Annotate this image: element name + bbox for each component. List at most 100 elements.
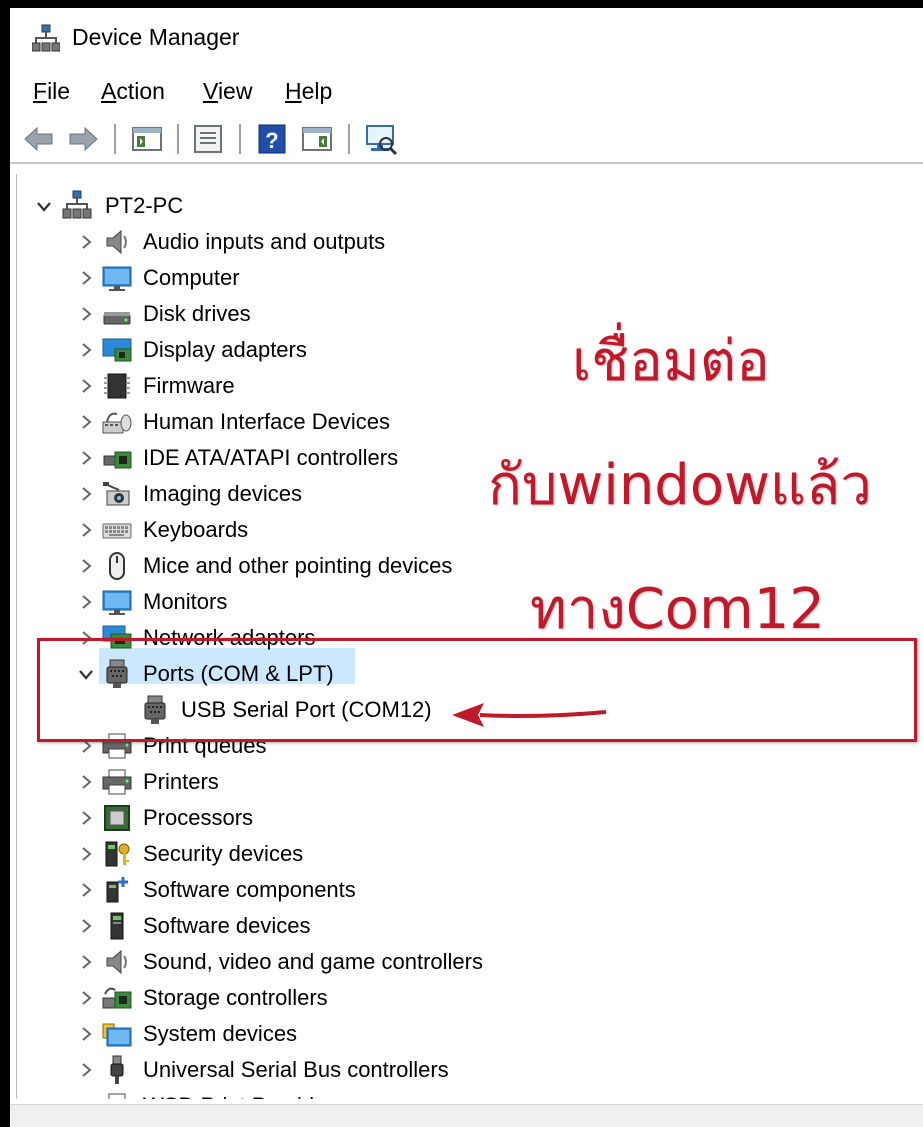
properties-icon[interactable] xyxy=(191,122,225,156)
chevron-right-icon[interactable] xyxy=(75,410,97,434)
chevron-right-icon[interactable] xyxy=(75,230,97,254)
menu-help-label: elp xyxy=(301,78,333,104)
tree-item-label: Printers xyxy=(143,769,219,794)
chevron-right-icon[interactable] xyxy=(75,950,97,974)
show-hide-console-tree-icon[interactable] xyxy=(130,122,164,156)
camera-icon xyxy=(103,482,130,506)
tree-item-software-devices[interactable]: Software devices xyxy=(17,908,617,944)
tree-item-sound-video-and-game-controllers[interactable]: Sound, video and game controllers xyxy=(17,944,617,980)
toolbar-separator xyxy=(348,124,350,154)
tree-item-computer[interactable]: Computer xyxy=(17,260,617,296)
tree-item-label: Storage controllers xyxy=(143,985,328,1010)
tree-item-wsd-print-provider[interactable]: WSD Print Provider xyxy=(17,1088,617,1099)
chevron-right-icon[interactable] xyxy=(75,590,97,614)
tree-item-label: Firmware xyxy=(143,373,235,398)
tree-item-software-components[interactable]: Software components xyxy=(17,872,617,908)
tree-item-label: Computer xyxy=(143,265,240,290)
chevron-right-icon[interactable] xyxy=(75,302,97,326)
device-manager-icon xyxy=(32,24,60,52)
chevron-right-icon[interactable] xyxy=(75,554,97,578)
port-icon xyxy=(144,695,166,724)
tree-item-label: System devices xyxy=(143,1021,298,1046)
action-pane-icon[interactable] xyxy=(300,122,334,156)
monitor-icon xyxy=(102,266,132,291)
chevron-right-icon[interactable] xyxy=(75,518,97,542)
menu-action-label: ction xyxy=(116,78,165,104)
chevron-right-icon[interactable] xyxy=(75,1094,97,1099)
tree-item-label: USB Serial Port (COM12) xyxy=(181,697,432,722)
back-arrow-icon[interactable] xyxy=(22,122,56,156)
toolbar-separator xyxy=(177,124,179,154)
software-device-icon xyxy=(110,912,124,940)
chevron-right-icon[interactable] xyxy=(75,446,97,470)
chevron-right-icon[interactable] xyxy=(75,374,97,398)
menu-view[interactable]: View xyxy=(203,78,252,105)
forward-arrow-icon[interactable] xyxy=(66,122,100,156)
tree-item-monitors[interactable]: Monitors xyxy=(17,584,617,620)
tree-item-label: Keyboards xyxy=(143,517,249,542)
tree-item-label: Imaging devices xyxy=(143,481,302,506)
computer-root-icon xyxy=(62,190,92,219)
chevron-right-icon[interactable] xyxy=(75,842,97,866)
chevron-right-icon[interactable] xyxy=(75,878,97,902)
menu-file[interactable]: File xyxy=(33,78,70,105)
chevron-right-icon[interactable] xyxy=(75,266,97,290)
tree-item-label: IDE ATA/ATAPI controllers xyxy=(143,445,399,470)
tree-item-label: Processors xyxy=(143,805,254,830)
tree-root-pt2-pc[interactable]: PT2-PC xyxy=(17,188,617,224)
menu-help-accesskey: H xyxy=(285,78,302,104)
printer-icon xyxy=(102,733,132,759)
processor-icon xyxy=(104,805,130,831)
hid-icon xyxy=(102,412,132,434)
tree-item-universal-serial-bus-controllers[interactable]: Universal Serial Bus controllers xyxy=(17,1052,617,1088)
chevron-right-icon[interactable] xyxy=(75,338,97,362)
mouse-icon xyxy=(109,552,125,580)
tree-item-security-devices[interactable]: Security devices xyxy=(17,836,617,872)
tree-item-label: Disk drives xyxy=(143,301,251,326)
tree-item-audio-inputs-and-outputs[interactable]: Audio inputs and outputs xyxy=(17,224,617,260)
tree-item-label: Software components xyxy=(143,877,356,902)
device-manager-window: Device Manager File Action View Help ? P… xyxy=(10,8,923,1127)
chevron-right-icon[interactable] xyxy=(75,914,97,938)
scan-hardware-changes-icon[interactable] xyxy=(364,122,398,156)
chevron-right-icon[interactable] xyxy=(75,770,97,794)
chevron-right-icon[interactable] xyxy=(75,1022,97,1046)
network-adapter-icon xyxy=(102,625,132,649)
tree-item-print-queues[interactable]: Print queues xyxy=(17,728,617,764)
chevron-right-icon[interactable] xyxy=(75,806,97,830)
tree-item-system-devices[interactable]: System devices xyxy=(17,1016,617,1052)
menu-help[interactable]: Help xyxy=(285,78,332,105)
tree-item-firmware[interactable]: Firmware xyxy=(17,368,617,404)
tree-item-label: Human Interface Devices xyxy=(143,409,390,434)
tree-item-label: Monitors xyxy=(143,589,228,614)
menu-file-label: ile xyxy=(47,78,71,104)
chevron-right-icon[interactable] xyxy=(75,482,97,506)
tree-item-network-adapters[interactable]: Network adapters xyxy=(17,620,617,656)
tree-item-label: Print queues xyxy=(143,733,267,758)
usb-icon xyxy=(110,1055,124,1084)
chevron-right-icon[interactable] xyxy=(75,986,97,1010)
menu-action-accesskey: A xyxy=(101,78,117,104)
tree-item-processors[interactable]: Processors xyxy=(17,800,617,836)
status-bar xyxy=(10,1104,923,1127)
help-icon[interactable]: ? xyxy=(255,122,289,156)
toolbar-separator xyxy=(114,124,116,154)
chevron-right-icon[interactable] xyxy=(75,734,97,758)
tree-item-human-interface-devices[interactable]: Human Interface Devices xyxy=(17,404,617,440)
chevron-down-icon[interactable] xyxy=(33,194,55,218)
ide-controller-icon xyxy=(103,451,132,469)
printer-icon xyxy=(102,769,132,795)
chevron-down-icon[interactable] xyxy=(75,662,97,686)
menu-action[interactable]: Action xyxy=(101,78,165,105)
tree-item-storage-controllers[interactable]: Storage controllers xyxy=(17,980,617,1016)
chevron-right-icon[interactable] xyxy=(75,1058,97,1082)
software-component-icon xyxy=(106,877,128,903)
tree-item-ports-com-lpt[interactable]: Ports (COM & LPT) xyxy=(17,656,617,692)
tree-item-mice-and-other-pointing-devices[interactable]: Mice and other pointing devices xyxy=(17,548,617,584)
chevron-right-icon[interactable] xyxy=(75,626,97,650)
tree-item-disk-drives[interactable]: Disk drives xyxy=(17,296,617,332)
tree-item-printers[interactable]: Printers xyxy=(17,764,617,800)
system-devices-icon xyxy=(102,1023,132,1047)
tree-item-label: Security devices xyxy=(143,841,304,866)
tree-item-display-adapters[interactable]: Display adapters xyxy=(17,332,617,368)
